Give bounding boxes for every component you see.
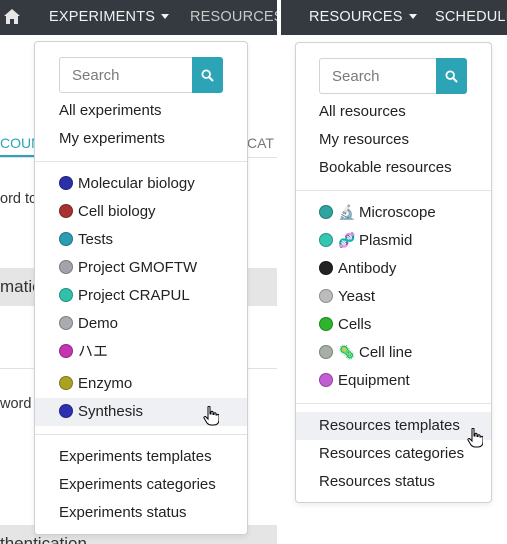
dropdown-divider	[296, 190, 491, 191]
experiments-categories-link[interactable]: Experiments categories	[35, 471, 247, 499]
bookable-resources-link[interactable]: Bookable resources	[296, 154, 491, 182]
nav-resources[interactable]: RESOURCES	[309, 0, 417, 35]
nav-experiments[interactable]: EXPERIMENTS	[49, 0, 170, 35]
home-icon[interactable]	[4, 9, 20, 24]
nav-experiments-label: EXPERIMENTS	[49, 9, 156, 25]
category-label: Project CRAPUL	[78, 287, 190, 304]
bg-text-line2: word	[0, 396, 32, 412]
resources-category-item[interactable]: Equipment	[296, 367, 491, 395]
resources-status-link[interactable]: Resources status	[296, 468, 491, 496]
experiments-status-link[interactable]: Experiments status	[35, 499, 247, 527]
category-label: Synthesis	[78, 403, 144, 420]
experiments-dropdown: All experiments My experiments Molecular…	[34, 41, 248, 535]
category-color-dot-icon	[59, 376, 73, 390]
bg-text-line1: ord to	[0, 191, 38, 207]
resources-categories-link[interactable]: Resources categories	[296, 440, 491, 468]
experiments-category-item[interactable]: ハエ	[35, 338, 247, 366]
nav-scheduler[interactable]: SCHEDULE	[435, 0, 507, 35]
top-navbar: RESOURCES SCHEDULE	[281, 0, 507, 35]
hand-cursor-icon	[467, 428, 483, 448]
experiments-panel: EXPERIMENTS RESOURCES COUN CAT ord to ma…	[0, 0, 277, 544]
experiments-category-item[interactable]: Cell biology	[35, 198, 247, 226]
dropdown-divider	[296, 403, 491, 404]
resources-templates-link[interactable]: Resources templates	[296, 412, 491, 440]
experiments-category-item[interactable]: Project GMOFTW	[35, 254, 247, 282]
dropdown-divider	[35, 434, 247, 435]
category-label: Cells	[338, 316, 372, 333]
category-emoji-icon: 🦠	[338, 345, 356, 361]
top-navbar: EXPERIMENTS RESOURCES	[0, 0, 277, 35]
nav-resources-label: RESOURCES	[190, 9, 277, 25]
resources-category-item[interactable]: Yeast	[296, 283, 491, 311]
category-label: Tests	[78, 231, 114, 248]
category-color-dot-icon	[59, 176, 73, 190]
category-color-dot-icon	[59, 288, 73, 302]
experiments-category-item[interactable]: Demo	[35, 310, 247, 338]
category-color-dot-icon	[319, 373, 333, 387]
resources-search-button[interactable]	[436, 58, 467, 94]
all-resources-link[interactable]: All resources	[296, 98, 491, 126]
resources-panel: RESOURCES SCHEDULE All resources My reso…	[281, 0, 507, 544]
my-experiments-link[interactable]: My experiments	[35, 125, 247, 153]
category-color-dot-icon	[59, 316, 73, 330]
tab-other-label: CAT	[247, 135, 274, 151]
category-label: Demo	[78, 315, 119, 332]
experiments-search-input[interactable]	[59, 57, 192, 93]
experiments-category-item[interactable]: Enzymo	[35, 370, 247, 398]
category-label: Equipment	[338, 372, 410, 389]
experiments-category-item[interactable]: Molecular biology	[35, 170, 247, 198]
category-color-dot-icon	[319, 261, 333, 275]
resources-search-input[interactable]	[319, 58, 436, 94]
category-label: ハエ	[78, 343, 109, 360]
category-color-dot-icon	[319, 345, 333, 359]
hand-cursor-icon	[203, 406, 219, 426]
category-color-dot-icon	[59, 260, 73, 274]
category-label: Microscope	[359, 204, 436, 221]
category-label: Cell line	[359, 344, 413, 361]
search-icon	[445, 69, 458, 83]
all-experiments-link[interactable]: All experiments	[35, 97, 247, 125]
category-emoji-icon: 🔬	[338, 205, 356, 221]
nav-resources[interactable]: RESOURCES	[190, 0, 277, 35]
chevron-down-icon	[408, 14, 417, 19]
experiments-search-button[interactable]	[192, 57, 223, 93]
experiments-category-item[interactable]: Project CRAPUL	[35, 282, 247, 310]
resources-category-item[interactable]: 🧬 Plasmid	[296, 227, 491, 255]
category-color-dot-icon	[59, 404, 73, 418]
nav-scheduler-label: SCHEDULE	[435, 9, 507, 25]
section-band-2-title: thentication	[0, 534, 87, 544]
category-color-dot-icon	[59, 232, 73, 246]
category-label: Cell biology	[78, 203, 156, 220]
category-color-dot-icon	[319, 233, 333, 247]
resources-dropdown: All resources My resources Bookable reso…	[295, 42, 492, 503]
category-color-dot-icon	[319, 205, 333, 219]
search-icon	[201, 68, 214, 82]
category-label: Plasmid	[359, 232, 413, 249]
resources-category-item[interactable]: Antibody	[296, 255, 491, 283]
category-color-dot-icon	[319, 289, 333, 303]
category-label: Enzymo	[78, 375, 133, 392]
chevron-down-icon	[161, 14, 170, 19]
category-label: Molecular biology	[78, 175, 195, 192]
category-label: Yeast	[338, 288, 375, 305]
resources-category-item[interactable]: 🦠 Cell line	[296, 339, 491, 367]
category-color-dot-icon	[59, 204, 73, 218]
resources-category-item[interactable]: 🔬 Microscope	[296, 199, 491, 227]
my-resources-link[interactable]: My resources	[296, 126, 491, 154]
experiments-category-item[interactable]: Tests	[35, 226, 247, 254]
resources-category-item[interactable]: Cells	[296, 311, 491, 339]
tab-other[interactable]: CAT	[247, 131, 274, 155]
experiments-search	[59, 57, 223, 93]
category-label: Antibody	[338, 260, 397, 277]
category-color-dot-icon	[319, 317, 333, 331]
resources-search	[319, 58, 467, 94]
category-color-dot-icon	[59, 344, 73, 358]
category-label: Project GMOFTW	[78, 259, 198, 276]
dropdown-divider	[35, 161, 247, 162]
category-emoji-icon: 🧬	[338, 233, 356, 249]
nav-resources-label: RESOURCES	[309, 9, 403, 25]
experiments-templates-link[interactable]: Experiments templates	[35, 443, 247, 471]
